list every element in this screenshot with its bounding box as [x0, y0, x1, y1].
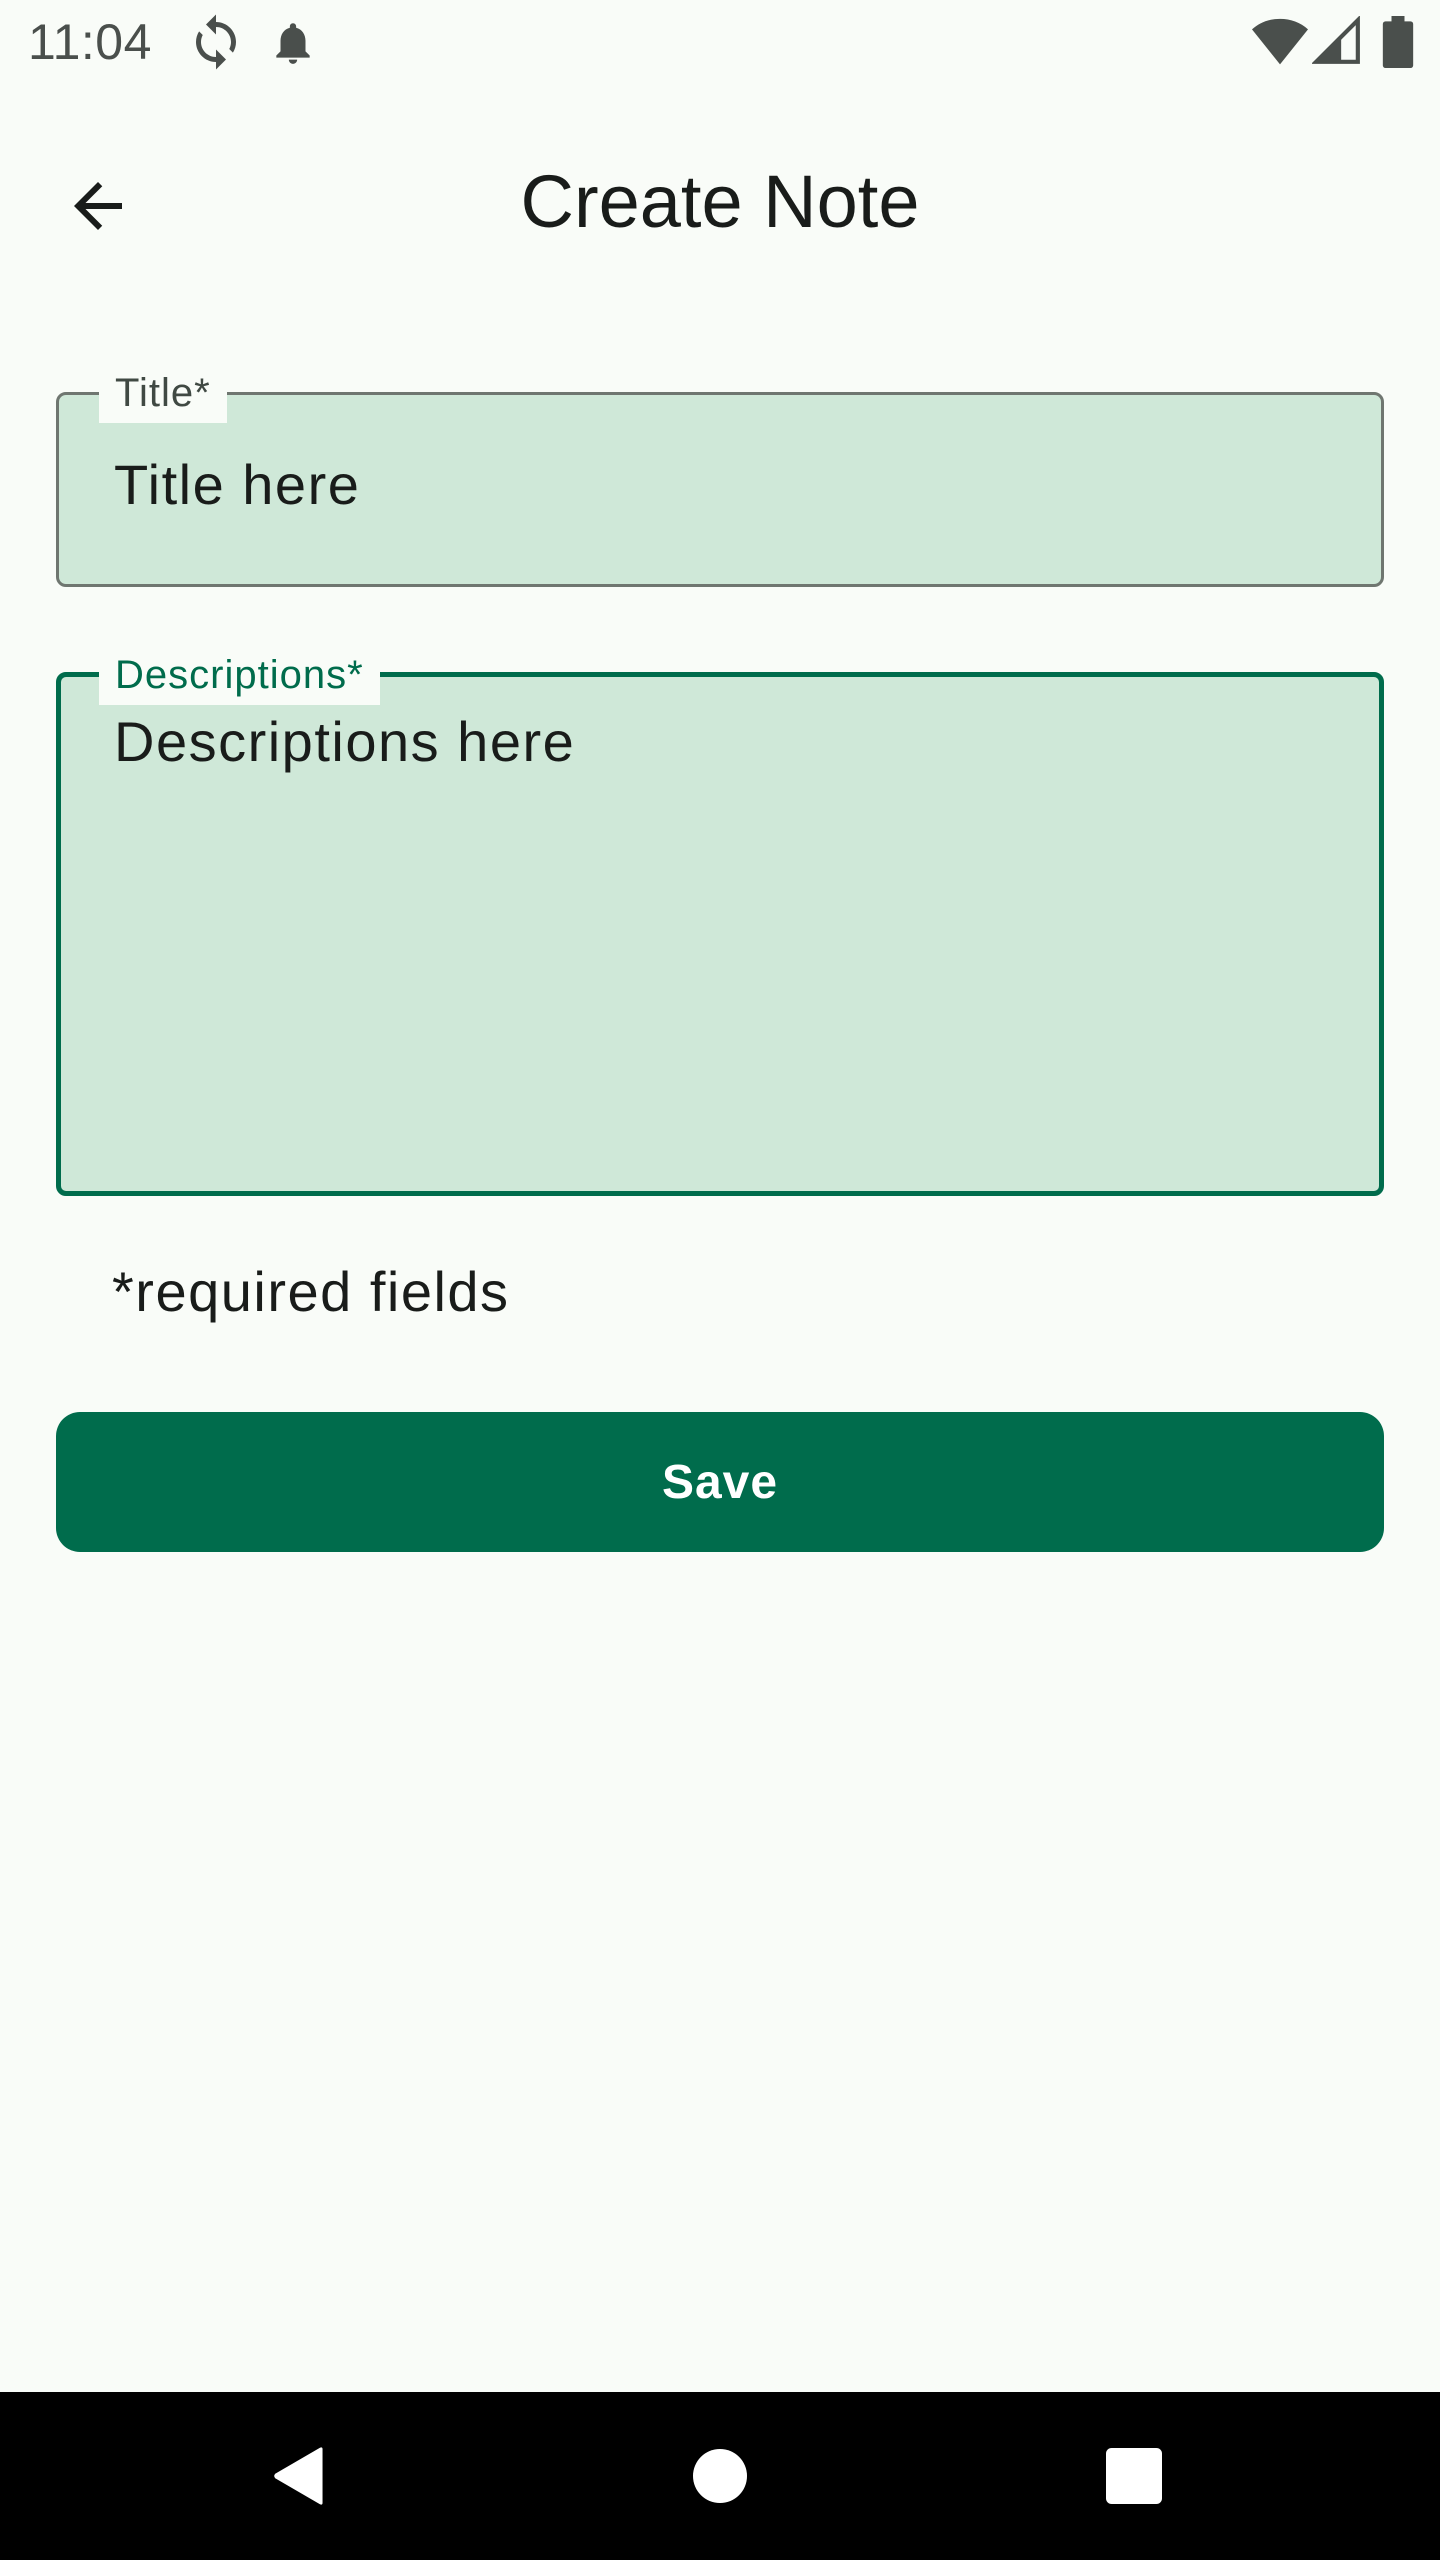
save-button-label: Save [661, 1455, 779, 1509]
notification-bell-icon [276, 23, 310, 64]
page-title: Create Note [520, 160, 920, 243]
nav-home-icon [693, 2449, 747, 2503]
nav-recents-icon [1106, 2448, 1162, 2504]
required-fields-note: *required fields [112, 1260, 510, 1323]
nav-back-button[interactable] [250, 2426, 350, 2526]
title-field[interactable]: Title* Title here [56, 363, 1384, 587]
description-field-value[interactable]: Descriptions here [114, 707, 575, 777]
nav-recents-button[interactable] [1084, 2426, 1184, 2526]
top-app-bar: Create Note [0, 84, 1440, 314]
save-button[interactable]: Save [56, 1412, 1384, 1552]
status-time: 11:04 [28, 14, 152, 70]
status-bar: 11:04 [0, 0, 1440, 84]
navigation-bar [0, 2392, 1440, 2560]
description-field[interactable]: Descriptions* Descriptions here [56, 645, 1384, 1196]
nav-home-button[interactable] [670, 2426, 770, 2526]
title-field-value[interactable]: Title here [114, 450, 360, 520]
cellular-signal-icon [1312, 16, 1360, 64]
wifi-icon [1252, 18, 1308, 65]
nav-back-icon [274, 2447, 323, 2505]
title-field-label: Title* [99, 363, 227, 423]
battery-icon [1382, 16, 1414, 68]
sync-icon [196, 14, 236, 70]
description-field-label: Descriptions* [99, 645, 380, 705]
